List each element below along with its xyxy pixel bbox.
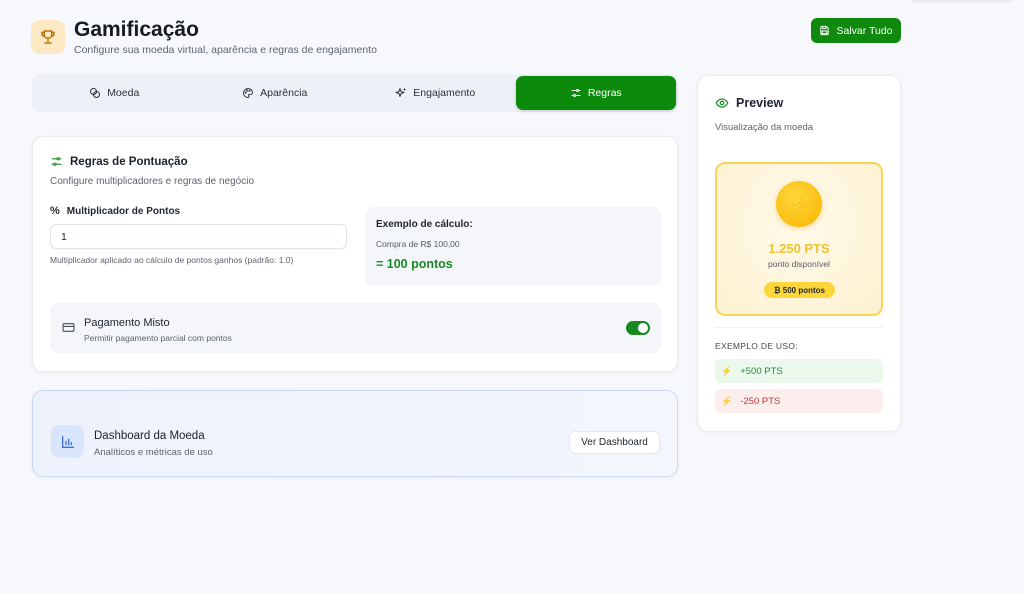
example-title: Exemplo de cálculo: <box>376 219 473 230</box>
settings-tabs: Moeda Aparência Engajamento Regras <box>32 74 678 112</box>
sparkles-icon <box>395 88 406 97</box>
usage-example-debit: ⚡ -250 PTS <box>715 389 883 413</box>
page-title: Gamificação <box>74 18 199 41</box>
preview-card: Preview Visualização da moeda ⚡ 1.250 PT… <box>697 75 901 432</box>
rules-title: Regras de Pontuação <box>50 155 188 168</box>
coin-balance-label: ponto disponível <box>768 259 830 269</box>
coin-badge: ₿ 500 pontos <box>764 282 835 298</box>
example-purchase: Compra de R$ 100,00 <box>376 239 460 249</box>
save-icon <box>820 25 830 36</box>
tab-label: Aparência <box>260 87 308 99</box>
currency-dashboard-card: Dashboard da Moeda Analíticos e métricas… <box>32 390 678 477</box>
example-result: = 100 pontos <box>376 257 453 271</box>
page-subtitle: Configure sua moeda virtual, aparência e… <box>74 44 377 56</box>
page-header: Gamificação Configure sua moeda virtual,… <box>31 18 377 56</box>
multiplier-input[interactable] <box>50 224 347 249</box>
tab-regras[interactable]: Regras <box>515 76 676 110</box>
preview-title: Preview <box>715 96 783 110</box>
sliders-icon <box>51 157 62 166</box>
mixed-payment-description: Permitir pagamento parcial com pontos <box>84 333 232 343</box>
multiplier-help: Multiplicador aplicado ao cálculo de pon… <box>50 255 294 265</box>
palette-icon <box>243 87 254 99</box>
credit-card-icon <box>62 323 75 332</box>
preview-description: Visualização da moeda <box>715 122 814 133</box>
tab-label: Engajamento <box>413 87 476 99</box>
mixed-payment-toggle[interactable] <box>626 321 650 335</box>
tab-engajamento[interactable]: Engajamento <box>355 76 516 110</box>
preview-title-text: Preview <box>736 96 784 110</box>
tab-moeda[interactable]: Moeda <box>34 76 195 110</box>
dashboard-description: Analíticos e métricas de uso <box>94 447 213 458</box>
top-edge-shadow <box>912 0 1012 4</box>
toggle-knob <box>638 323 648 333</box>
lightning-icon: ⚡ <box>721 365 733 376</box>
usage-credit-value: +500 PTS <box>740 365 783 377</box>
usage-example-credit: ⚡ +500 PTS <box>715 359 883 383</box>
tab-aparencia[interactable]: Aparência <box>195 76 356 110</box>
multiplier-label-text: Multiplicador de Pontos <box>66 205 181 217</box>
bar-chart-icon <box>51 425 84 458</box>
tab-label: Moeda <box>107 87 140 99</box>
percent-icon: % <box>50 205 60 217</box>
rules-title-text: Regras de Pontuação <box>70 155 188 168</box>
usage-debit-value: -250 PTS <box>740 395 781 407</box>
divider <box>715 327 883 328</box>
coin-balance: 1.250 PTS <box>768 241 830 256</box>
multiplier-label: % Multiplicador de Pontos <box>50 205 180 217</box>
calculation-example: Exemplo de cálculo: Compra de R$ 100,00 … <box>365 207 661 286</box>
lightning-coin-icon: ⚡ <box>776 181 822 227</box>
coins-icon <box>90 88 101 98</box>
mixed-payment-setting: Pagamento Misto Permitir pagamento parci… <box>50 303 661 353</box>
mixed-payment-title: Pagamento Misto <box>84 317 170 329</box>
lightning-icon: ⚡ <box>721 395 733 406</box>
usage-heading: EXEMPLO DE USO: <box>715 341 798 351</box>
coin-preview: ⚡ 1.250 PTS ponto disponível ₿ 500 ponto… <box>715 162 883 316</box>
save-all-label: Salvar Tudo <box>836 24 893 37</box>
rules-description: Configure multiplicadores e regras de ne… <box>50 176 255 187</box>
sliders-icon <box>571 89 581 97</box>
view-dashboard-button[interactable]: Ver Dashboard <box>569 431 660 454</box>
eye-icon <box>715 98 729 108</box>
dashboard-title: Dashboard da Moeda <box>94 430 205 442</box>
trophy-icon <box>31 20 65 54</box>
tab-label: Regras <box>587 87 622 99</box>
scoring-rules-card: Regras de Pontuação Configure multiplica… <box>32 136 678 372</box>
save-all-button[interactable]: Salvar Tudo <box>811 18 901 43</box>
